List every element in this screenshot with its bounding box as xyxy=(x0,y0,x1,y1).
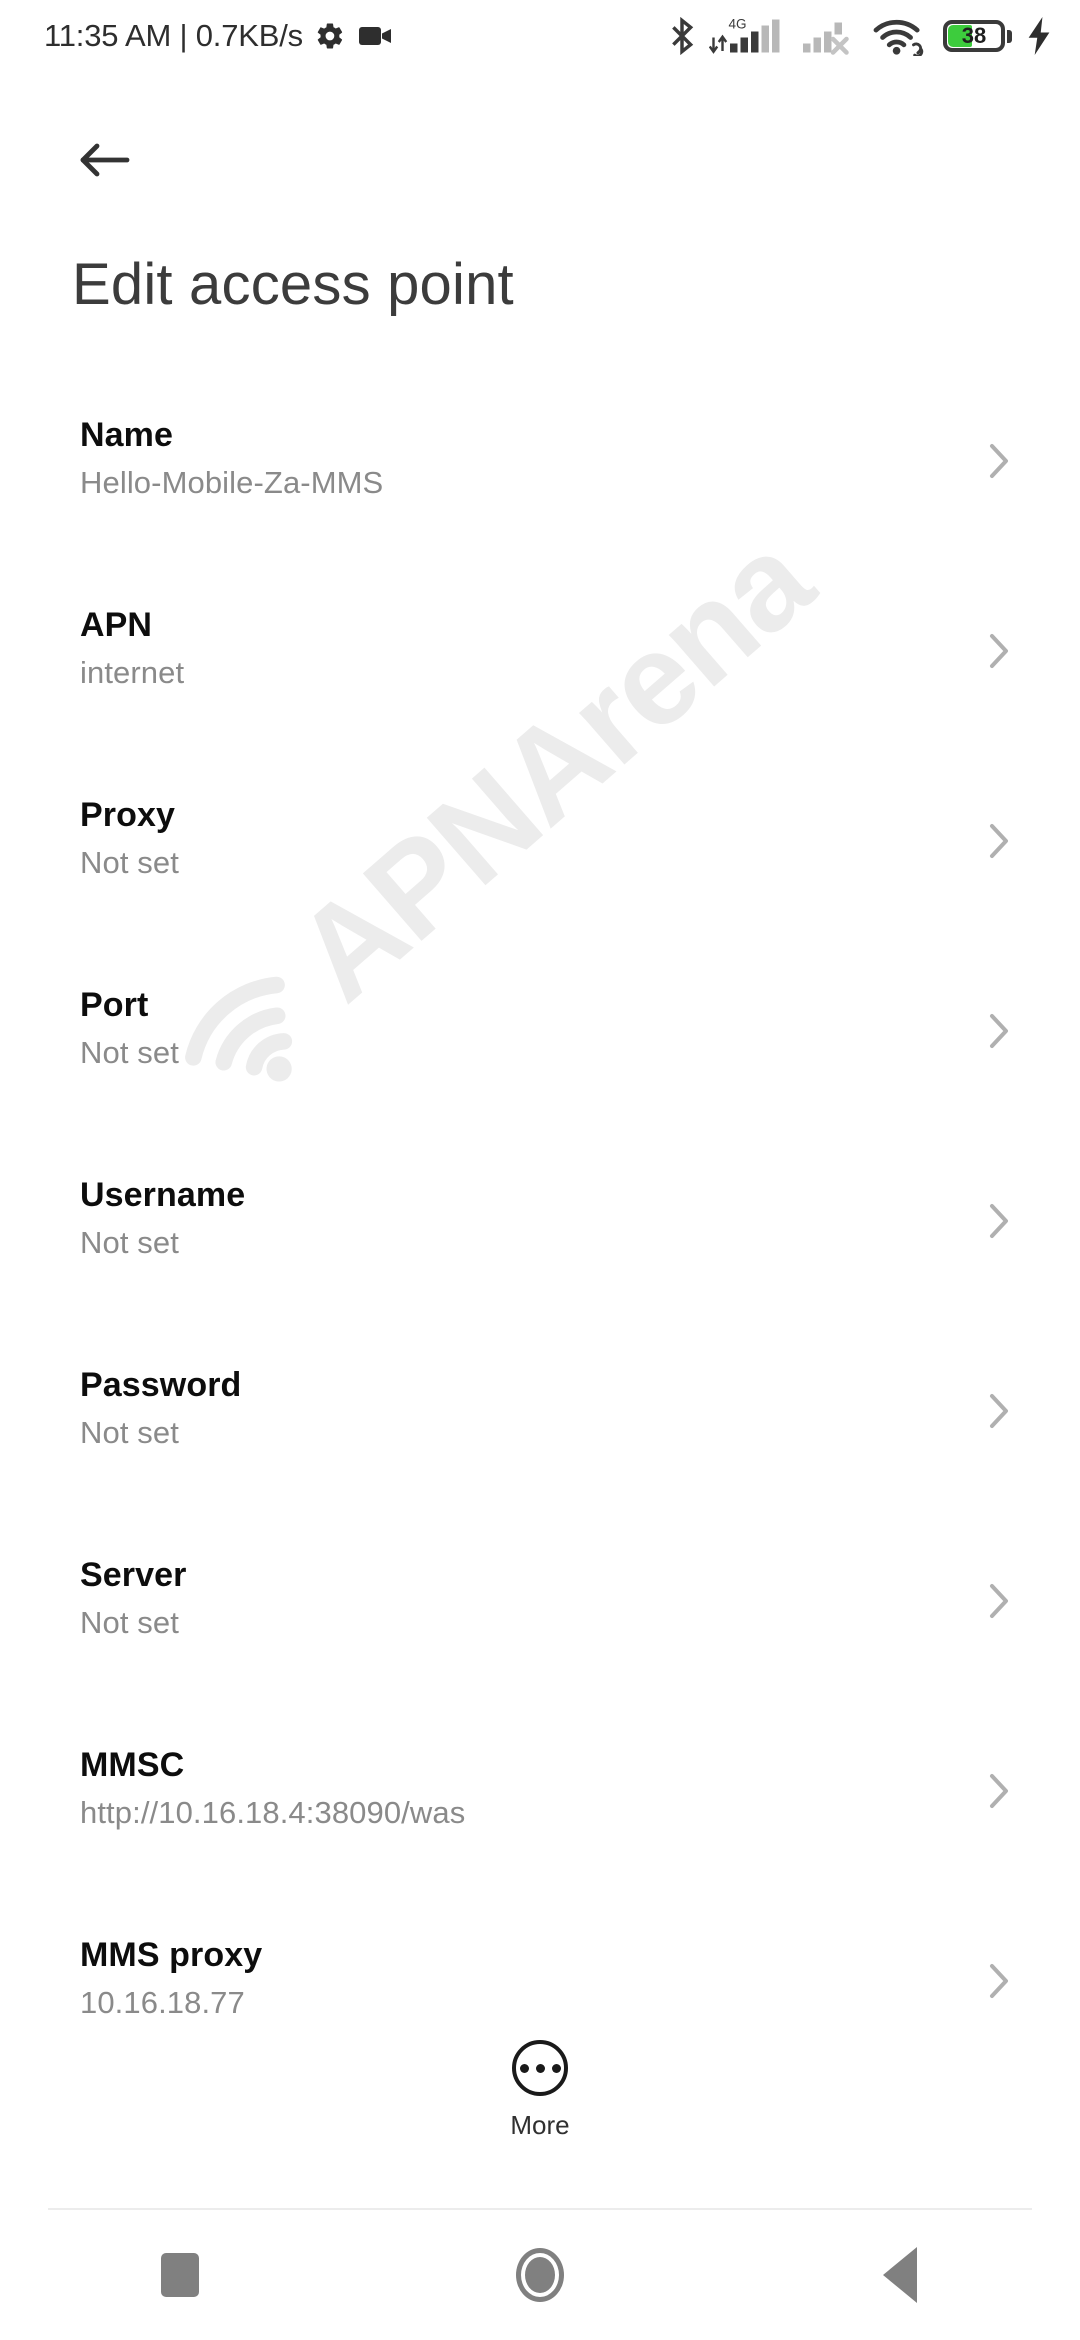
status-bar-left: 11:35 AM | 0.7KB/s xyxy=(44,18,393,54)
gear-icon xyxy=(315,21,345,51)
table-row[interactable]: MMSC http://10.16.18.4:38090/was xyxy=(0,1720,1080,1910)
more-dots-circle-icon xyxy=(512,2040,568,2096)
charging-bolt-icon xyxy=(1026,17,1052,55)
table-row[interactable]: Server Not set xyxy=(0,1530,1080,1720)
bluetooth-icon xyxy=(669,17,695,55)
chevron-right-icon xyxy=(988,1530,1010,1620)
page-title: Edit access point xyxy=(72,252,514,317)
recents-button[interactable] xyxy=(120,2220,240,2330)
status-clock: 11:35 AM | 0.7KB/s xyxy=(44,18,303,53)
table-row[interactable]: APN internet xyxy=(0,580,1080,770)
row-label: Server xyxy=(80,1556,187,1594)
recents-square-icon xyxy=(161,2253,199,2297)
status-bar-right: 4G 38 xyxy=(655,15,1052,57)
settings-list: Name Hello-Mobile-Za-MMS APN internet Pr… xyxy=(0,390,1080,2100)
row-label: Proxy xyxy=(80,796,175,834)
status-bar: 11:35 AM | 0.7KB/s 4G 38 xyxy=(0,0,1080,72)
row-value: Not set xyxy=(80,1224,179,1260)
video-camera-icon xyxy=(358,24,393,48)
table-row[interactable]: Password Not set xyxy=(0,1340,1080,1530)
wifi-link-icon xyxy=(912,42,924,56)
table-row[interactable]: Port Not set xyxy=(0,960,1080,1150)
table-row[interactable]: Username Not set xyxy=(0,1150,1080,1340)
signal-bars-sim1-icon: 4G xyxy=(709,15,787,57)
chevron-right-icon xyxy=(988,1150,1010,1240)
battery-icon: 38 xyxy=(943,20,1005,52)
row-value: Hello-Mobile-Za-MMS xyxy=(80,464,384,500)
chevron-right-icon xyxy=(988,960,1010,1050)
row-label: Username xyxy=(80,1176,246,1214)
table-row[interactable]: Name Hello-Mobile-Za-MMS xyxy=(0,390,1080,580)
row-label: Name xyxy=(80,416,174,454)
row-label: MMSC xyxy=(80,1746,185,1784)
back-triangle-icon xyxy=(883,2247,917,2303)
row-value: Not set xyxy=(80,1034,179,1070)
back-arrow-icon xyxy=(77,140,133,180)
row-value: internet xyxy=(80,654,185,690)
row-label: MMS proxy xyxy=(80,1936,263,1974)
row-label: Password xyxy=(80,1366,242,1404)
home-circle-icon xyxy=(516,2248,564,2302)
wifi-icon xyxy=(873,16,929,56)
row-value: Not set xyxy=(80,1414,179,1450)
row-value: http://10.16.18.4:38090/was xyxy=(80,1794,466,1830)
row-value: Not set xyxy=(80,1604,179,1640)
chevron-right-icon xyxy=(988,390,1010,480)
system-navigation-bar xyxy=(0,2210,1080,2340)
nav-back-button[interactable] xyxy=(840,2220,960,2330)
row-label: APN xyxy=(80,606,153,644)
row-value: Not set xyxy=(80,844,179,880)
battery-percent: 38 xyxy=(961,23,987,48)
chevron-right-icon xyxy=(988,770,1010,860)
chevron-right-icon xyxy=(988,1720,1010,1810)
row-value: 10.16.18.77 xyxy=(80,1984,245,2020)
row-label: Port xyxy=(80,986,149,1024)
more-button[interactable]: More xyxy=(0,2040,1080,2141)
chevron-right-icon xyxy=(988,580,1010,670)
back-button[interactable] xyxy=(70,125,140,195)
signal-bars-sim2-no-service-icon xyxy=(801,15,859,57)
chevron-right-icon xyxy=(988,1910,1010,2000)
phone-screen: 11:35 AM | 0.7KB/s 4G 38 Edit access poi… xyxy=(0,0,1080,2340)
table-row[interactable]: Proxy Not set xyxy=(0,770,1080,960)
home-button[interactable] xyxy=(480,2220,600,2330)
more-label: More xyxy=(510,2110,570,2140)
svg-text:4G: 4G xyxy=(729,17,747,32)
chevron-right-icon xyxy=(988,1340,1010,1430)
battery-indicator: 38 xyxy=(943,20,1012,52)
